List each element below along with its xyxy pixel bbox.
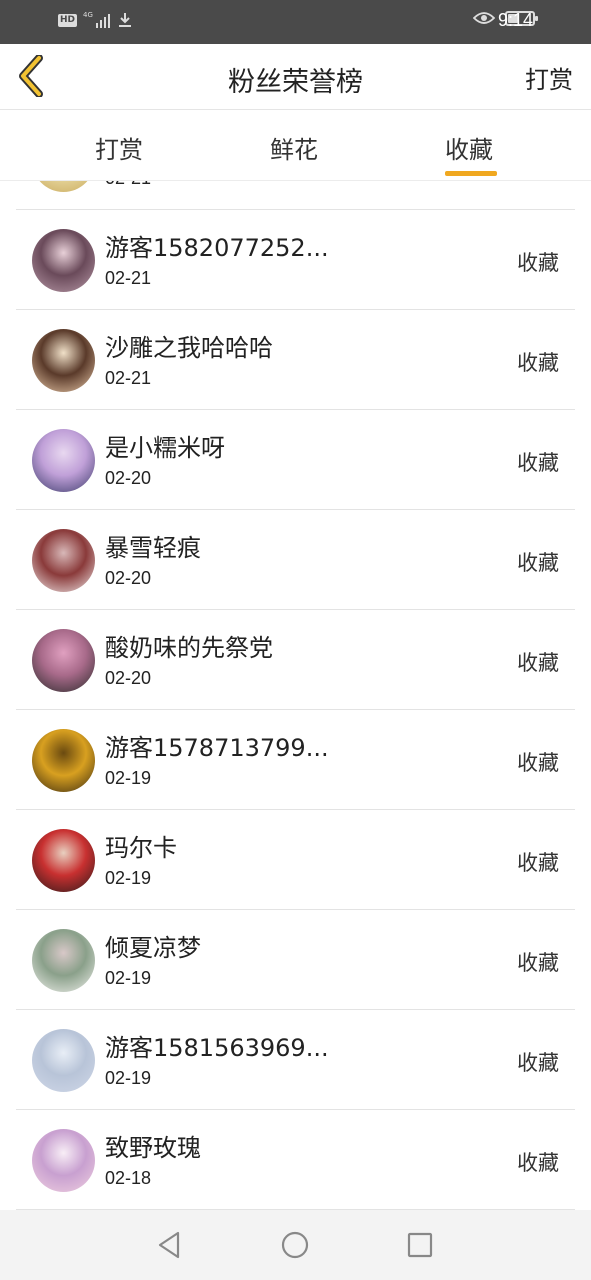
favorite-label: 收藏 bbox=[517, 751, 559, 775]
avatar[interactable] bbox=[32, 929, 95, 992]
avatar[interactable] bbox=[32, 529, 95, 592]
list-item[interactable]: 02-21 bbox=[16, 181, 575, 210]
date-label: 02-19 bbox=[105, 768, 152, 788]
user-name: 是小糯米呀 bbox=[105, 434, 225, 462]
app-header: 粉丝荣誉榜 打赏 bbox=[0, 44, 591, 110]
tab-favorites[interactable]: 收藏 bbox=[445, 130, 493, 165]
signal-icon: 4G bbox=[83, 12, 110, 28]
favorite-label: 收藏 bbox=[517, 1151, 559, 1175]
list-item[interactable]: 酸奶味的先祭党 02-20 收藏 bbox=[16, 610, 575, 710]
user-name: 致野玫瑰 bbox=[105, 1134, 201, 1162]
active-tab-indicator bbox=[445, 171, 497, 176]
nav-home-button[interactable] bbox=[278, 1228, 312, 1262]
user-name: 沙雕之我哈哈哈 bbox=[105, 334, 273, 362]
avatar[interactable] bbox=[32, 1129, 95, 1192]
date-label: 02-21 bbox=[105, 368, 152, 388]
fan-list-content: 02-21游客1582077252...02-21收藏沙雕之我哈哈哈02-21收… bbox=[0, 181, 591, 1210]
favorite-label: 收藏 bbox=[517, 551, 559, 575]
list-item[interactable]: 沙雕之我哈哈哈 02-21 收藏 bbox=[16, 310, 575, 410]
user-name: 倾夏凉梦 bbox=[105, 934, 201, 962]
date-label: 02-20 bbox=[105, 468, 152, 488]
list-item[interactable]: 游客1578713799... 02-19 收藏 bbox=[16, 710, 575, 810]
avatar[interactable] bbox=[32, 181, 95, 192]
user-name: 游客1582077252... bbox=[105, 234, 329, 262]
fan-list[interactable]: 02-21游客1582077252...02-21收藏沙雕之我哈哈哈02-21收… bbox=[0, 181, 591, 1210]
triangle-back-icon bbox=[158, 1231, 180, 1259]
user-name: 游客1581563969... bbox=[105, 1034, 329, 1062]
avatar[interactable] bbox=[32, 829, 95, 892]
favorite-label: 收藏 bbox=[517, 351, 559, 375]
network-type: 4G bbox=[83, 11, 93, 19]
list-item[interactable]: 游客1582077252... 02-21 收藏 bbox=[16, 210, 575, 310]
tab-flowers[interactable]: 鲜花 bbox=[270, 130, 318, 165]
list-item[interactable]: 是小糯米呀 02-20 收藏 bbox=[16, 410, 575, 510]
favorite-label: 收藏 bbox=[517, 651, 559, 675]
tab-bar: 打赏 鲜花 收藏 bbox=[0, 110, 591, 181]
list-item[interactable]: 玛尔卡 02-19 收藏 bbox=[16, 810, 575, 910]
favorite-label: 收藏 bbox=[517, 251, 559, 275]
avatar[interactable] bbox=[32, 729, 95, 792]
user-name: 游客1578713799... bbox=[105, 734, 329, 762]
avatar[interactable] bbox=[32, 229, 95, 292]
square-recents-icon bbox=[407, 1232, 433, 1258]
date-label: 02-18 bbox=[105, 1168, 152, 1188]
date-label: 02-19 bbox=[105, 968, 152, 988]
status-bar: HD 4G 9:14 bbox=[0, 0, 591, 44]
date-label: 02-21 bbox=[105, 181, 151, 189]
user-name: 酸奶味的先祭党 bbox=[105, 634, 273, 662]
avatar[interactable] bbox=[32, 329, 95, 392]
page-title: 粉丝荣誉榜 bbox=[228, 67, 363, 98]
avatar[interactable] bbox=[32, 629, 95, 692]
list-item[interactable]: 致野玫瑰 02-18 收藏 bbox=[16, 1110, 575, 1210]
favorite-label: 收藏 bbox=[517, 1051, 559, 1075]
download-icon bbox=[118, 13, 131, 27]
favorite-label: 收藏 bbox=[517, 851, 559, 875]
date-label: 02-20 bbox=[105, 568, 152, 588]
avatar[interactable] bbox=[32, 429, 95, 492]
tab-tips[interactable]: 打赏 bbox=[95, 130, 143, 165]
favorite-label: 收藏 bbox=[517, 451, 559, 475]
tip-button[interactable]: 打赏 bbox=[525, 60, 573, 95]
date-label: 02-21 bbox=[105, 268, 152, 288]
user-name: 玛尔卡 bbox=[105, 834, 177, 862]
date-label: 02-19 bbox=[105, 1068, 152, 1088]
status-left: HD 4G bbox=[58, 11, 134, 29]
user-name: 暴雪轻痕 bbox=[105, 534, 201, 562]
hd-badge: HD bbox=[58, 13, 78, 27]
circle-home-icon bbox=[281, 1231, 309, 1259]
nav-back-button[interactable] bbox=[152, 1228, 186, 1262]
clock: 9:14 bbox=[498, 10, 534, 30]
favorite-label: 收藏 bbox=[517, 951, 559, 975]
date-label: 02-20 bbox=[105, 668, 152, 688]
list-item[interactable]: 游客1581563969... 02-19 收藏 bbox=[16, 1010, 575, 1110]
system-nav-bar bbox=[0, 1210, 591, 1280]
list-item[interactable]: 暴雪轻痕 02-20 收藏 bbox=[16, 510, 575, 610]
eye-comfort-icon bbox=[473, 12, 495, 24]
list-item[interactable]: 倾夏凉梦 02-19 收藏 bbox=[16, 910, 575, 1010]
nav-recents-button[interactable] bbox=[403, 1228, 437, 1262]
avatar[interactable] bbox=[32, 1029, 95, 1092]
date-label: 02-19 bbox=[105, 868, 152, 888]
